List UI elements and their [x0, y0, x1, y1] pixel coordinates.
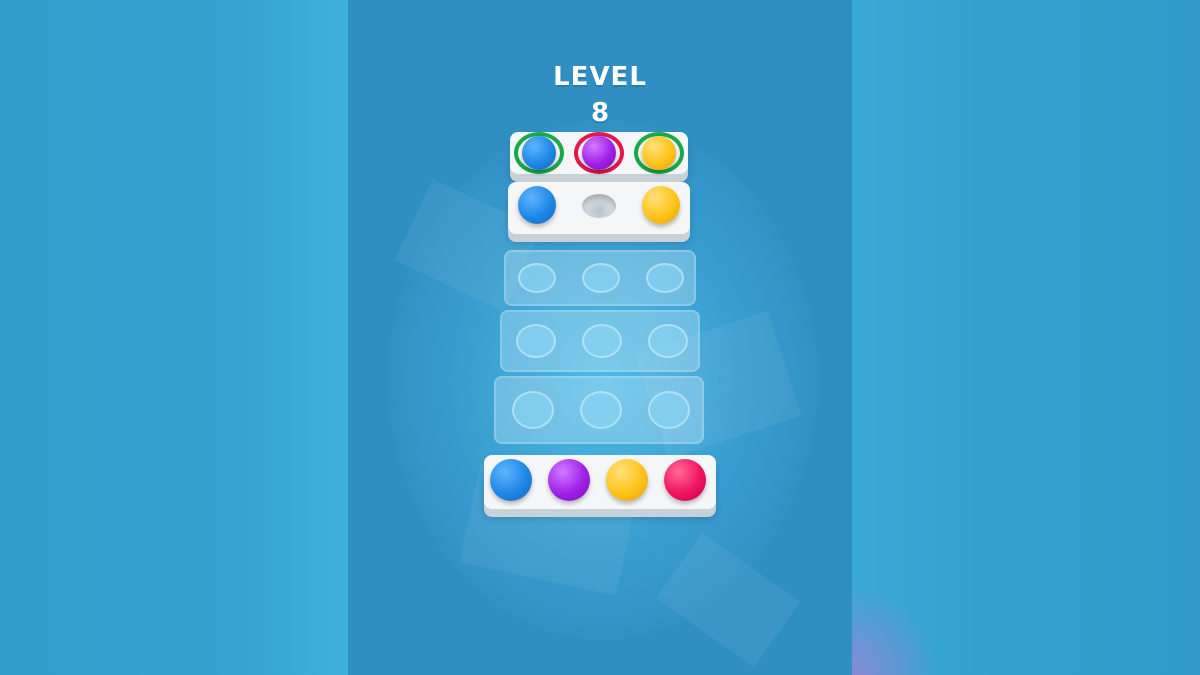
target-ball-yellow — [642, 136, 676, 170]
game-viewport[interactable]: LEVEL 8 — [348, 0, 852, 675]
ball-yellow[interactable] — [606, 459, 648, 501]
ghost-slot[interactable] — [580, 391, 622, 429]
ball-yellow[interactable] — [642, 186, 680, 224]
ghost-slot[interactable] — [582, 263, 620, 293]
ghost-tray[interactable] — [494, 376, 704, 444]
ghost-slot[interactable] — [648, 324, 688, 358]
ghost-tray[interactable] — [504, 250, 696, 306]
ball-blue[interactable] — [518, 186, 556, 224]
target-tray — [510, 132, 688, 174]
ball-purple[interactable] — [548, 459, 590, 501]
level-title: LEVEL — [553, 62, 647, 92]
ghost-slot[interactable] — [646, 263, 684, 293]
game-screen: LEVEL 8 — [0, 0, 1200, 675]
ghost-slot[interactable] — [582, 324, 622, 358]
right-background-panel — [852, 0, 1200, 675]
target-ball-purple — [582, 136, 616, 170]
ghost-slot[interactable] — [512, 391, 554, 429]
row-tray[interactable] — [508, 182, 690, 234]
ball-pink[interactable] — [664, 459, 706, 501]
empty-slot[interactable] — [582, 194, 616, 218]
target-ball-blue — [522, 136, 556, 170]
ghost-slot[interactable] — [518, 263, 556, 293]
ball-blue[interactable] — [490, 459, 532, 501]
ghost-slot[interactable] — [648, 391, 690, 429]
left-background-panel — [0, 0, 348, 675]
ghost-slot[interactable] — [516, 324, 556, 358]
source-tray[interactable] — [484, 455, 716, 509]
level-number: 8 — [590, 98, 610, 128]
ghost-tray[interactable] — [500, 310, 700, 372]
